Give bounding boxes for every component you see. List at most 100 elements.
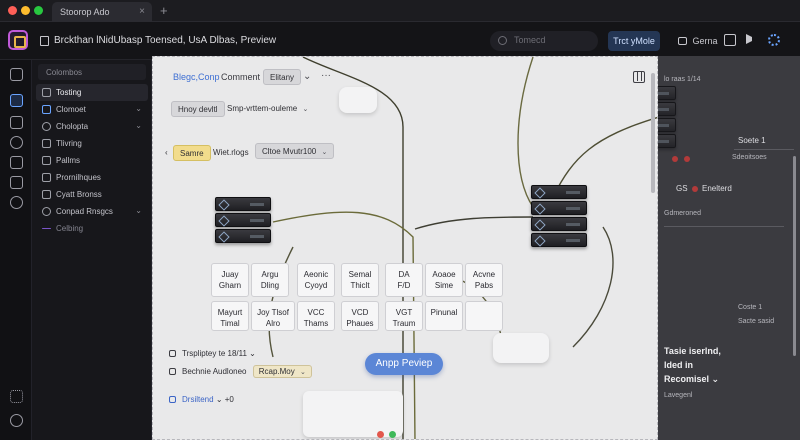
sidebar-item-cost-bronze[interactable]: Cyatt Bronss (36, 186, 148, 203)
node-blob (303, 391, 403, 437)
node-card[interactable]: Juay Gharn (211, 263, 249, 297)
app-preview-button[interactable]: Anpp Peviep (365, 353, 443, 375)
comments-button[interactable]: Gerna (678, 31, 718, 51)
clipboard-icon[interactable] (724, 34, 736, 46)
browser-tab[interactable]: Stoorop Ado × (52, 2, 152, 22)
sidebar-item-tiering[interactable]: Tlivring (36, 135, 148, 152)
sidebar-item-checklist[interactable]: Cholopta ⌄ (36, 118, 148, 135)
sidebar-item-label: Tosting (56, 88, 82, 97)
node-card[interactable]: VCD Phaues (341, 301, 379, 331)
node-card[interactable] (465, 301, 503, 331)
sidebar-item-compare[interactable]: Conpad Rnsgcs ⌄ (36, 203, 148, 220)
node-card[interactable]: Pinunal (425, 301, 463, 331)
time-row[interactable]: Trspliptey te 18/11 ⌄ (169, 349, 256, 358)
close-tab-icon[interactable]: × (139, 6, 145, 17)
new-tab-button[interactable]: + (160, 3, 168, 18)
device-filter-label: Hnoy devltl (178, 105, 218, 114)
panel-label: GS (676, 184, 688, 193)
workflow-icon[interactable] (10, 94, 23, 107)
cluster-dropdown[interactable]: Cltoe Mvutr100 ⌄ (255, 143, 335, 159)
server-node[interactable] (215, 213, 271, 227)
chevron-down-icon[interactable]: ⌄ (216, 395, 225, 404)
inbox-icon[interactable] (10, 156, 23, 169)
briefcase-icon[interactable] (10, 116, 23, 129)
sample-chip[interactable]: Samre (173, 145, 211, 161)
canvas-tab-comment[interactable]: Comment (221, 72, 260, 82)
link-icon (169, 396, 176, 403)
chevron-down-icon[interactable]: ⌄ (135, 121, 142, 130)
canvas-tab-blog-comp[interactable]: Blegc,Conp (173, 72, 220, 82)
node-card[interactable]: Acvne Pabs (465, 263, 503, 297)
panel-heading[interactable]: Recomisel ⌄ (664, 374, 719, 385)
system-filter-dropdown[interactable]: Smp-vrttem-ouleme ⌄ (221, 101, 314, 117)
server-node[interactable] (215, 229, 271, 243)
close-window-icon[interactable] (8, 6, 17, 15)
server-node[interactable] (531, 233, 587, 247)
megaphone-icon[interactable] (746, 34, 752, 44)
server-node[interactable] (658, 102, 676, 116)
maximize-window-icon[interactable] (34, 6, 43, 15)
chevron-down-icon[interactable]: ⌄ (303, 71, 311, 82)
settings-gear-icon[interactable] (768, 34, 780, 46)
chevron-down-icon[interactable]: ⌄ (135, 104, 142, 113)
chevron-down-icon[interactable]: ⌄ (249, 349, 256, 358)
sidebar-item-connect[interactable]: Clomoet ⌄ (36, 101, 148, 118)
card-subtitle: Phaues (346, 319, 374, 328)
dissolve-row[interactable]: Drsiltend ⌄ +0 (169, 395, 234, 404)
sidebar-item-testing[interactable]: Tosting (36, 84, 148, 101)
device-filter-chip[interactable]: Hnoy devltl (171, 101, 225, 117)
wire (414, 216, 534, 230)
dissolve-link[interactable]: Drsiltend (182, 395, 214, 404)
write-logs-chip[interactable]: Wiet.rlogs (207, 145, 255, 161)
canvas-scrollbar[interactable] (651, 73, 655, 193)
people-icon[interactable] (10, 136, 23, 149)
caret-icon[interactable]: ‹ (165, 145, 168, 161)
card-title: VCC (307, 308, 325, 317)
server-node[interactable] (531, 185, 587, 199)
layout-grid-icon[interactable] (633, 71, 645, 83)
node-card[interactable]: VCC Thams (297, 301, 335, 331)
flask-icon (42, 88, 51, 97)
minimize-window-icon[interactable] (21, 6, 30, 15)
audience-row[interactable]: Bechnie Audloneo Rcap.Moy ⌄ (169, 365, 312, 378)
server-node[interactable] (658, 118, 676, 132)
node-card[interactable]: Semal Thiclt (341, 263, 379, 297)
sidebar-filter-input[interactable]: Colombos (38, 64, 146, 80)
file-icon (42, 173, 51, 182)
branch-icon[interactable] (10, 176, 23, 189)
workflow-canvas[interactable]: Blegc,Conp Comment Elitany ⌄ ··· Hnoy de… (152, 56, 658, 440)
node-card[interactable]: Joy Tlsof Alro (251, 301, 295, 331)
card-subtitle: Dling (260, 281, 280, 290)
search-input[interactable]: Tomecd (490, 31, 598, 51)
node-card[interactable]: Aeonic Cyoyd (297, 263, 335, 297)
help-icon[interactable] (10, 414, 23, 427)
node-card[interactable]: Argu Dling (251, 263, 289, 297)
server-node[interactable] (531, 217, 587, 231)
sidebar-item-prompts[interactable]: Prornilhques (36, 169, 148, 186)
chevron-down-icon[interactable]: ⌄ (135, 206, 142, 215)
sidebar-item-celbing[interactable]: Celbing (36, 220, 148, 237)
more-options-icon[interactable]: ··· (321, 70, 331, 81)
server-node[interactable] (658, 86, 676, 100)
primary-action-button[interactable]: Trct yMole (608, 31, 660, 51)
node-card[interactable]: Aoaoe Sime (425, 263, 463, 297)
canvas-tab-entity[interactable]: Elitany (263, 69, 302, 85)
server-node[interactable] (531, 201, 587, 215)
recap-chip[interactable]: Rcap.Moy ⌄ (252, 365, 312, 378)
apps-grid-icon[interactable] (10, 390, 23, 403)
panel-scrollbar[interactable] (793, 156, 796, 356)
node-card[interactable]: DA F/D (385, 263, 423, 297)
sidebar-item-label: Pallms (56, 156, 81, 165)
server-node[interactable] (215, 197, 271, 211)
app-logo-icon[interactable] (8, 30, 28, 50)
node-card[interactable]: Mayurt Timal (211, 301, 249, 331)
server-node[interactable] (658, 134, 676, 148)
sidebar-item-label: Clomoet (56, 105, 86, 114)
search-icon (498, 36, 507, 45)
settings-icon[interactable] (10, 196, 23, 209)
card-subtitle: Thiclt (350, 281, 370, 290)
sidebar-item-palms[interactable]: Pallms (36, 152, 148, 169)
node-card[interactable]: VGT Traum (385, 301, 423, 331)
home-icon[interactable] (10, 68, 23, 81)
audience-label: Bechnie Audloneo (182, 367, 247, 376)
